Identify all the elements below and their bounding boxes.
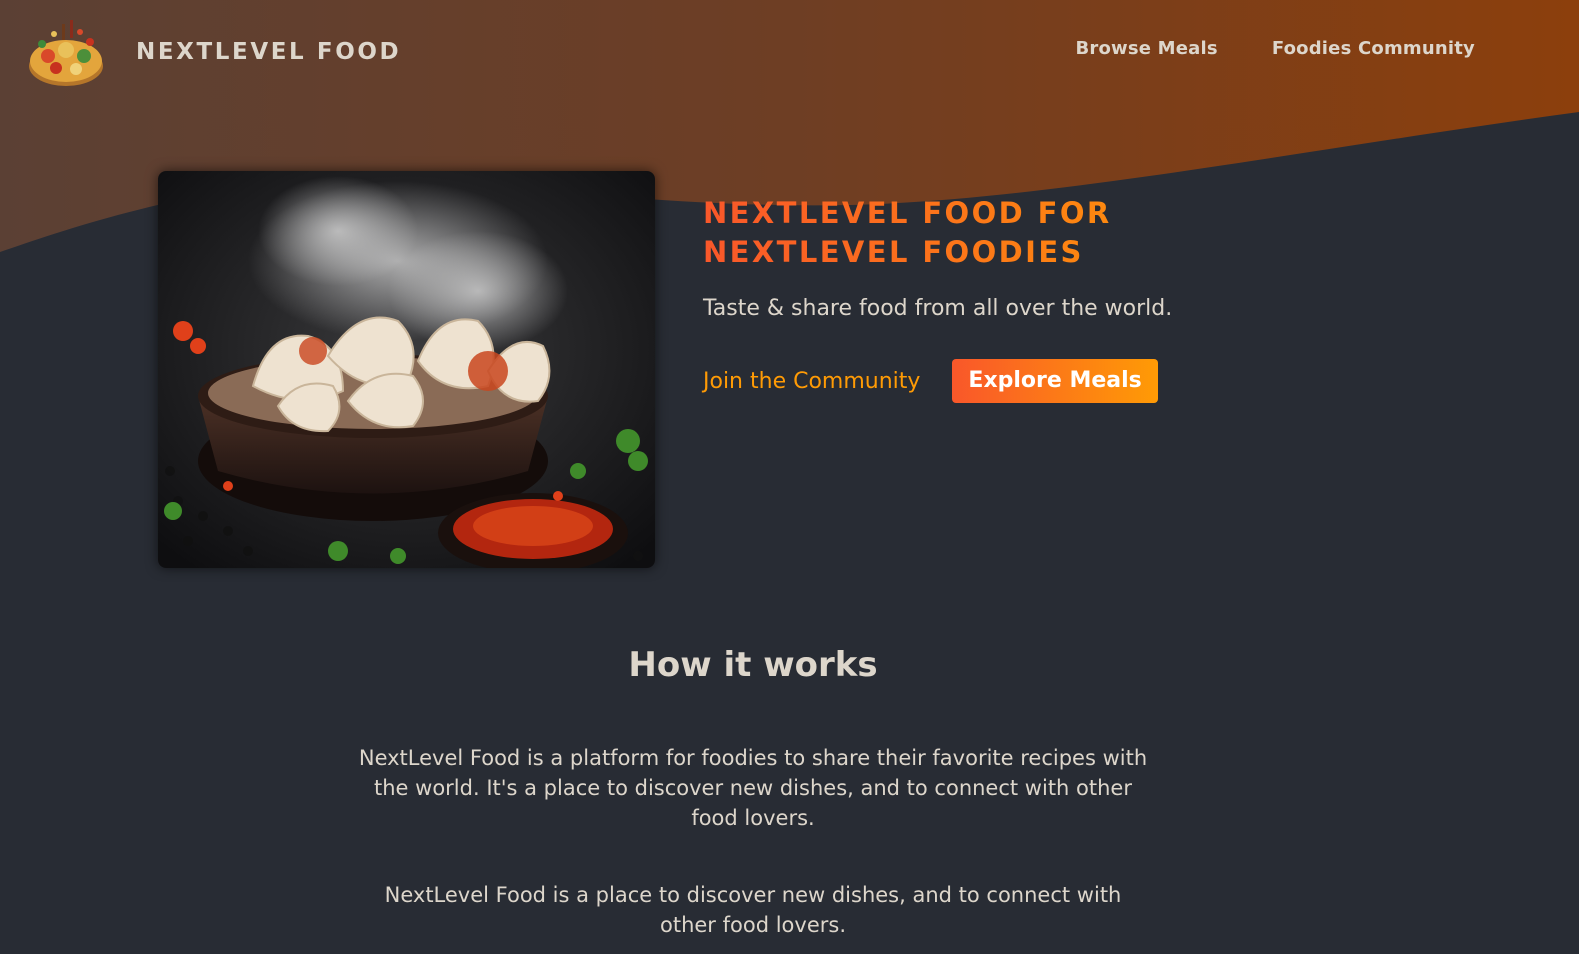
how-it-works-section: How it works NextLevel Food is a platfor…: [0, 645, 1506, 940]
how-it-works-paragraph: NextLevel Food is a platform for foodies…: [358, 746, 1148, 830]
hero-title: NEXTLEVEL FOOD FOR NEXTLEVEL FOODIES: [703, 194, 1263, 272]
site-header: NEXTLEVEL FOOD Browse Meals Foodies Comm…: [0, 0, 1579, 105]
dumplings-photo-icon: [158, 171, 655, 568]
join-community-link[interactable]: Join the Community: [703, 369, 920, 394]
food-plate-logo-icon: [29, 20, 103, 86]
explore-meals-button[interactable]: Explore Meals: [952, 359, 1158, 403]
nav-foodies-community[interactable]: Foodies Community: [1272, 38, 1475, 59]
how-it-works-paragraph: NextLevel Food is a place to discover ne…: [384, 883, 1122, 937]
hero-dumplings-image: [158, 171, 655, 568]
hero-cta-group: Join the Community Explore Meals: [703, 359, 1263, 403]
hero-text: NEXTLEVEL FOOD FOR NEXTLEVEL FOODIES Tas…: [703, 194, 1263, 403]
logo-link[interactable]: NEXTLEVEL FOOD: [26, 14, 401, 90]
hero-subtitle: Taste & share food from all over the wor…: [703, 296, 1173, 321]
logo-text: NEXTLEVEL FOOD: [136, 39, 402, 65]
main-nav: Browse Meals Foodies Community: [1075, 38, 1475, 59]
nav-browse-meals[interactable]: Browse Meals: [1075, 38, 1217, 59]
how-it-works-heading: How it works: [628, 645, 878, 685]
